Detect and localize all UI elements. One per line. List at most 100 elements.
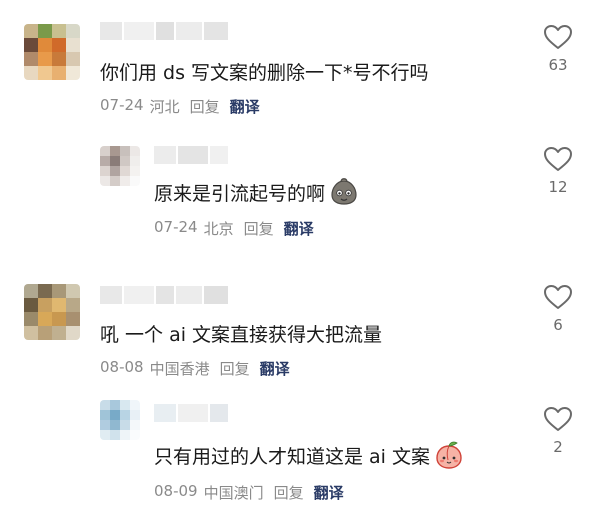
username-blur-block [178, 146, 208, 164]
comment-meta: 07-24 河北 回复 翻译 [100, 96, 260, 117]
heart-icon [544, 25, 572, 49]
like-button[interactable]: 12 [538, 146, 578, 196]
avatar-pixel [110, 410, 120, 420]
username-blur-block [156, 286, 174, 304]
username-blur-block [156, 22, 174, 40]
username-blur-block [210, 404, 228, 422]
avatar-pixel [24, 312, 38, 326]
avatar-pixel [66, 38, 80, 52]
avatar[interactable] [24, 24, 80, 80]
username-blurred[interactable] [154, 146, 228, 164]
avatar-pixel [130, 156, 140, 166]
translate-button[interactable]: 翻译 [230, 96, 260, 117]
comment-text[interactable]: 只有用过的人才知道这是 ai 文案 [154, 440, 464, 470]
avatar-pixel [110, 400, 120, 410]
reply-button[interactable]: 回复 [274, 482, 304, 503]
username-blur-block [100, 286, 122, 304]
avatar[interactable] [100, 400, 140, 440]
reply-button[interactable]: 回复 [220, 358, 250, 379]
avatar-pixel [38, 38, 52, 52]
like-count: 2 [553, 438, 563, 456]
avatar-pixel [130, 420, 140, 430]
like-count: 63 [548, 56, 568, 74]
avatar-pixel [38, 52, 52, 66]
avatar-pixel [100, 146, 110, 156]
avatar-pixel [24, 326, 38, 340]
reply-button[interactable]: 回复 [190, 96, 220, 117]
avatar-pixel [38, 298, 52, 312]
avatar-pixel [100, 400, 110, 410]
avatar-pixel [120, 410, 130, 420]
avatar-pixel [100, 166, 110, 176]
reply-button[interactable]: 回复 [244, 218, 274, 239]
avatar-pixel [24, 298, 38, 312]
username-blur-block [124, 286, 154, 304]
heart-icon [544, 407, 572, 431]
avatar-pixel [24, 284, 38, 298]
avatar-pixel [100, 430, 110, 440]
avatar-pixel [24, 24, 38, 38]
comment-location: 中国澳门 [203, 484, 264, 502]
avatar-pixel [52, 38, 66, 52]
avatar-pixel [120, 400, 130, 410]
avatar-pixel [130, 410, 140, 420]
like-count: 12 [548, 178, 568, 196]
avatar-pixel [100, 420, 110, 430]
username-blur-block [176, 286, 202, 304]
avatar-pixel [130, 166, 140, 176]
avatar-pixel [110, 176, 120, 186]
like-button[interactable]: 2 [538, 406, 578, 456]
avatar-pixel [110, 420, 120, 430]
avatar-pixel [66, 66, 80, 80]
avatar-pixel [38, 284, 52, 298]
avatar-pixel [130, 146, 140, 156]
comment-text[interactable]: 你们用 ds 写文案的删除一下*号不行吗 [100, 58, 429, 85]
avatar-pixel [38, 326, 52, 340]
translate-button[interactable]: 翻译 [314, 482, 344, 503]
avatar-pixel [66, 326, 80, 340]
avatar-pixel [120, 146, 130, 156]
avatar-pixel [66, 52, 80, 66]
username-blur-block [176, 22, 202, 40]
comment-1: 你们用 ds 写文案的删除一下*号不行吗 07-24 河北 回复 翻译 63 [0, 0, 600, 130]
avatar-pixel [120, 156, 130, 166]
username-blur-block [204, 286, 228, 304]
avatar-pixel [110, 430, 120, 440]
avatar[interactable] [100, 146, 140, 186]
avatar-pixel [66, 298, 80, 312]
translate-button[interactable]: 翻译 [284, 218, 314, 239]
avatar-pixel [38, 66, 52, 80]
avatar-pixel [66, 24, 80, 38]
avatar-pixel [24, 38, 38, 52]
avatar-pixel [120, 420, 130, 430]
username-blur-block [178, 404, 208, 422]
avatar-pixel [24, 66, 38, 80]
comment-3: 吼 一个 ai 文案直接获得大把流量 08-08 中国香港 回复 翻译 6 [0, 260, 600, 390]
like-button[interactable]: 6 [538, 284, 578, 334]
avatar-pixel [110, 166, 120, 176]
avatar-pixel [66, 284, 80, 298]
avatar-pixel [52, 298, 66, 312]
avatar-pixel [38, 312, 52, 326]
avatar-pixel [110, 156, 120, 166]
avatar-pixel [52, 66, 66, 80]
avatar-pixel [130, 176, 140, 186]
comment-date: 07-24 [100, 96, 144, 114]
translate-button[interactable]: 翻译 [260, 358, 290, 379]
avatar-pixel [52, 52, 66, 66]
like-button[interactable]: 63 [538, 24, 578, 74]
username-blurred[interactable] [100, 22, 228, 40]
avatar-pixel [52, 284, 66, 298]
comment-text[interactable]: 吼 一个 ai 文案直接获得大把流量 [100, 320, 382, 347]
avatar-pixel [66, 312, 80, 326]
username-blur-block [210, 146, 228, 164]
username-blurred[interactable] [100, 286, 228, 304]
avatar-pixel [130, 400, 140, 410]
comment-location: 北京 [203, 220, 234, 238]
comment-date: 08-08 [100, 358, 144, 376]
comment-text[interactable]: 原来是引流起号的啊 [154, 178, 359, 206]
avatar-pixel [100, 156, 110, 166]
username-blurred[interactable] [154, 404, 228, 422]
avatar[interactable] [24, 284, 80, 340]
avatar-pixel [130, 430, 140, 440]
